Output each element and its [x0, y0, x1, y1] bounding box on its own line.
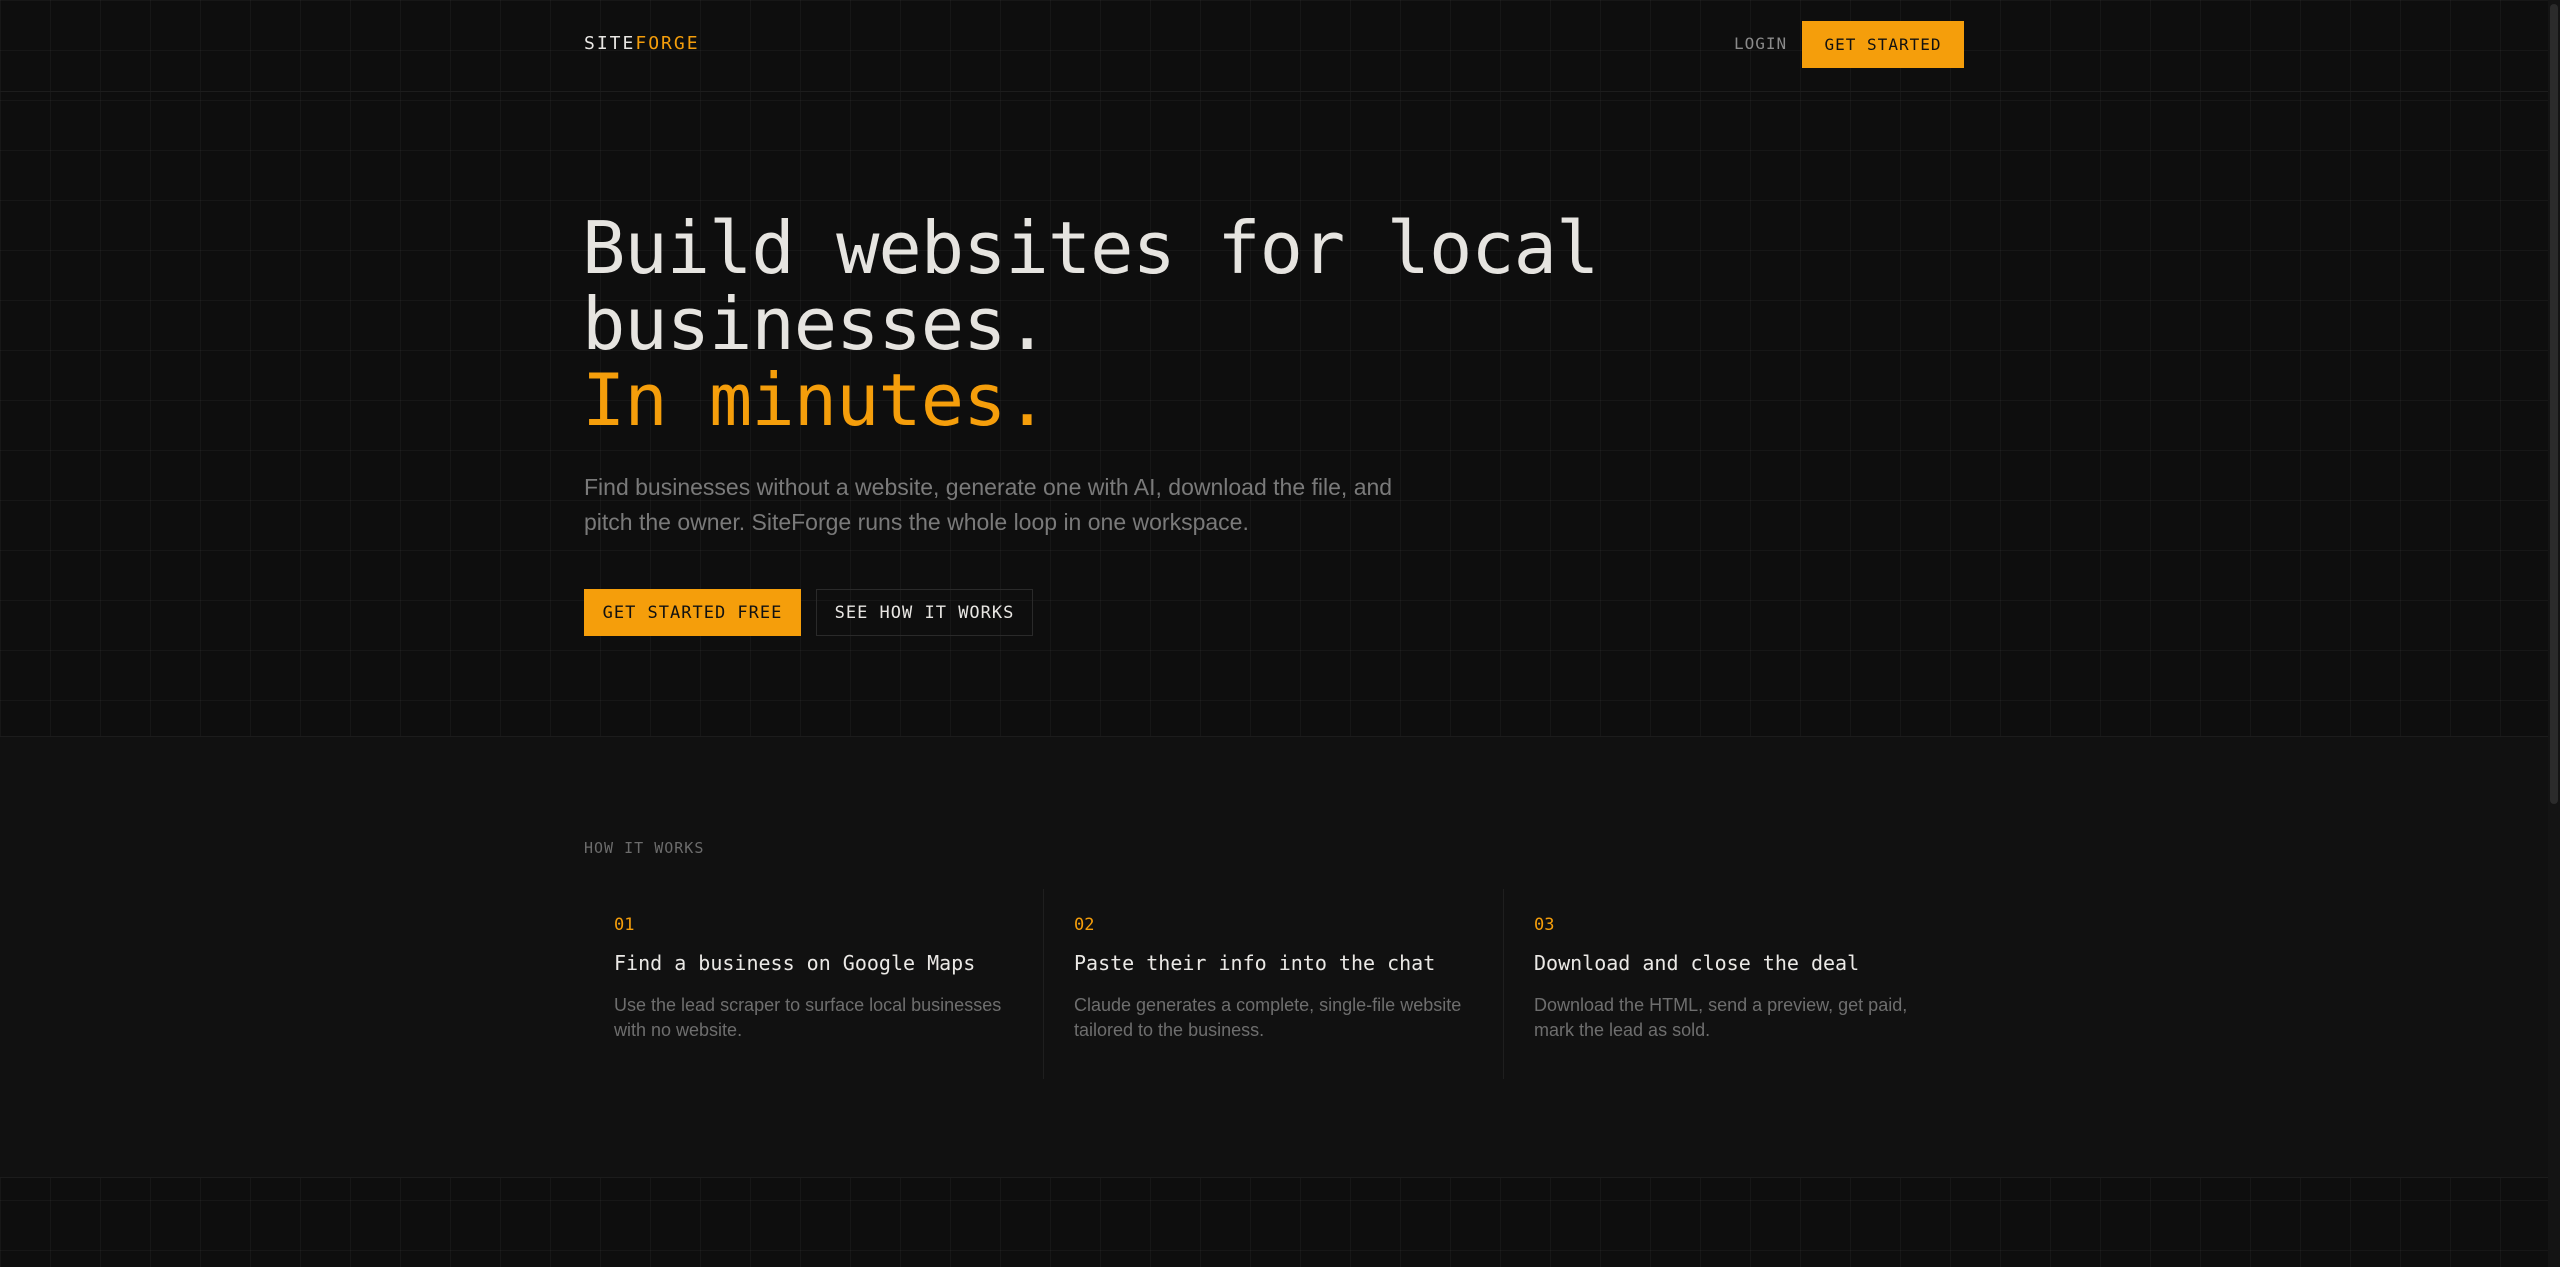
step-card: 01 Find a business on Google Maps Use th…: [584, 889, 1044, 1079]
section-label: HOW IT WORKS: [584, 839, 705, 857]
step-number: 03: [1534, 915, 1555, 935]
how-it-works-section: HOW IT WORKS 01 Find a business on Googl…: [0, 736, 2548, 1178]
step-title: Paste their info into the chat: [1074, 951, 1436, 975]
hero-title: Build websites for local businesses. In …: [582, 210, 1782, 438]
login-link[interactable]: LOGIN: [1734, 34, 1787, 53]
top-nav: SITEFORGE LOGIN GET STARTED: [0, 0, 2548, 92]
step-card: 03 Download and close the deal Download …: [1504, 889, 1964, 1079]
step-description: Use the lead scraper to surface local bu…: [614, 995, 1002, 1040]
step-description: Claude generates a complete, single-file…: [1074, 995, 1462, 1040]
hero-subtitle: Find businesses without a website, gener…: [584, 474, 1393, 535]
get-started-button[interactable]: GET STARTED: [1802, 21, 1964, 68]
see-how-it-works-button[interactable]: SEE HOW IT WORKS: [816, 589, 1033, 636]
bottom-grid-band: [0, 1179, 2548, 1267]
hero-title-accent: In minutes.: [582, 358, 1049, 442]
hero-title-line-1: Build websites for local: [582, 206, 1599, 290]
scrollbar-thumb[interactable]: [2550, 4, 2558, 804]
get-started-free-button[interactable]: GET STARTED FREE: [584, 589, 801, 636]
steps-list: 01 Find a business on Google Maps Use th…: [584, 889, 1964, 1079]
step-title: Find a business on Google Maps: [614, 951, 976, 975]
page-scrollbar[interactable]: [2548, 0, 2560, 1267]
step-number: 01: [614, 915, 635, 935]
hero-title-line-2: businesses.: [582, 282, 1049, 366]
step-number: 02: [1074, 915, 1095, 935]
logo[interactable]: SITEFORGE: [584, 33, 700, 54]
step-card: 02 Paste their info into the chat Claude…: [1044, 889, 1504, 1079]
step-title: Download and close the deal: [1534, 951, 1860, 975]
logo-text-site: SITE: [584, 33, 636, 54]
logo-text-forge: FORGE: [635, 33, 700, 54]
step-description: Download the HTML, send a preview, get p…: [1534, 995, 1908, 1040]
